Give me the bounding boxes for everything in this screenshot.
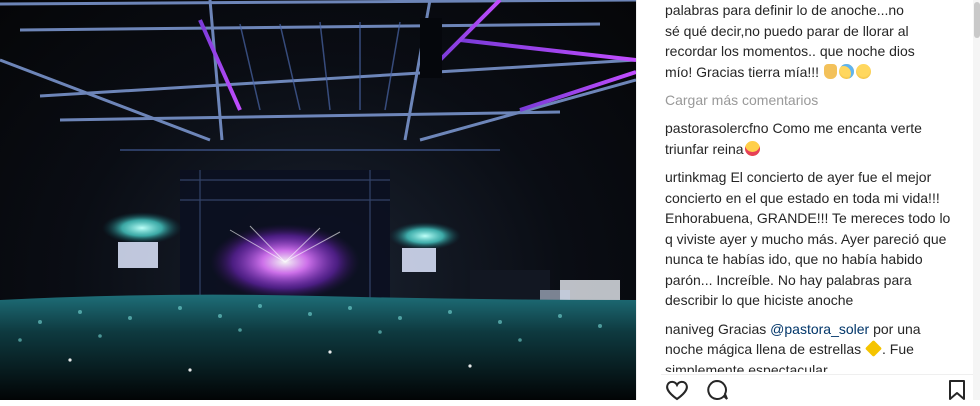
action-bar [661, 374, 980, 401]
like-button[interactable] [665, 379, 693, 403]
caption-line-4: mío! Gracias tierra mía!!! [665, 63, 823, 80]
crying-face-icon [838, 63, 854, 79]
comments-list[interactable]: palabras para definir lo de anoche...no … [665, 0, 957, 372]
mention-link[interactable]: @pastora_soler [770, 321, 869, 337]
heart-eyes-icon [744, 140, 760, 156]
caption: palabras para definir lo de anoche...no … [665, 0, 957, 82]
comment-item: naniveg Gracias @pastora_soler por una no… [665, 319, 957, 373]
caption-line-3: recordar los momentos.. que noche dios [665, 43, 915, 59]
comment-username[interactable]: naniveg [665, 321, 714, 337]
comment-button[interactable] [705, 379, 733, 403]
comments-panel: palabras para definir lo de anoche...no … [636, 0, 980, 401]
caption-line-1: palabras para definir lo de anoche...no [665, 2, 904, 18]
caption-line-2: sé qué decir,no puedo parar de llorar al [665, 22, 909, 39]
save-button[interactable] [947, 379, 975, 403]
heart-icon [666, 380, 688, 401]
comment-icon [707, 379, 728, 400]
comment-username[interactable]: pastorasolercfno [665, 120, 769, 136]
post-photo[interactable] [0, 0, 636, 400]
grinning-face-icon [855, 63, 871, 79]
scrollbar[interactable] [973, 0, 980, 400]
comment-text: Gracias [718, 320, 771, 337]
comment-item: urtinkmag El concierto de ayer fue el mej… [665, 167, 957, 311]
bookmark-icon [949, 380, 965, 400]
load-more-comments-link[interactable]: Cargar más comentarios [665, 90, 957, 110]
comment-item: pastorasolercfno Como me encanta verte tr… [665, 118, 957, 159]
scrollbar-thumb[interactable] [974, 2, 980, 38]
praying-hands-icon [823, 63, 837, 79]
comment-text: El concierto de ayer fue el mejor concie… [665, 169, 951, 308]
concert-photo [0, 0, 636, 400]
comment-username[interactable]: urtinkmag [665, 169, 726, 185]
sparkle-icon [865, 340, 883, 357]
